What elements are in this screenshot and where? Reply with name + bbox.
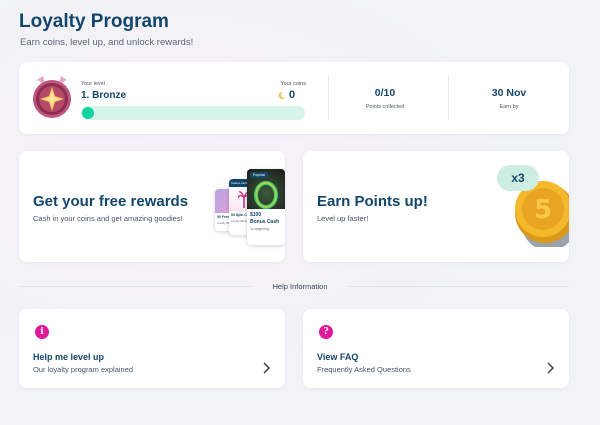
free-rewards-card[interactable]: Get your free rewards Cash in your coins…	[19, 151, 285, 262]
page-title: Loyalty Program	[19, 11, 169, 32]
question-icon: ?	[319, 325, 333, 339]
bonus-amount: $100	[250, 212, 262, 218]
level-progress-bar	[81, 106, 305, 120]
points-label: Points collected	[365, 104, 405, 110]
help-faq-card[interactable]: ? View FAQ Frequently Asked Questions	[303, 309, 569, 388]
help-divider-right	[349, 286, 569, 287]
help-faq-subtitle: Frequently Asked Questions	[317, 365, 411, 374]
earn-by-stat: 30 Nov Earn by	[449, 87, 569, 110]
help-level-up-subtitle: Our loyalty program explained	[33, 365, 134, 374]
bonus-wagering: 1x wagering	[250, 227, 269, 231]
chevron-right-icon	[263, 362, 270, 374]
points-stat: 0/10 Points collected	[325, 87, 445, 110]
earn-points-title: Earn Points up!	[317, 193, 428, 210]
points-value: 0/10	[374, 87, 396, 99]
help-section-title: Help Information	[272, 282, 328, 291]
coins-label: Your coins	[280, 81, 306, 87]
svg-text:5: 5	[534, 195, 552, 225]
free-rewards-title: Get your free rewards	[33, 193, 189, 210]
level-label: Your level	[81, 81, 105, 87]
popular-tag: Popular	[250, 172, 269, 178]
coins-value-group: 0	[277, 89, 295, 101]
earn-points-subtitle: Level up faster!	[317, 214, 369, 223]
earn-by-label: Earn by	[499, 104, 519, 110]
info-icon: i	[35, 325, 49, 339]
earn-by-value: 30 Nov	[491, 87, 527, 99]
points-multiplier-badge: x3	[497, 165, 539, 191]
bonus-label: Bonus Cash	[250, 219, 280, 225]
bronze-badge-icon	[33, 76, 71, 118]
level-progress-knob	[82, 107, 94, 119]
help-divider-left	[19, 286, 251, 287]
coins-value: 0	[289, 89, 296, 101]
help-faq-title: View FAQ	[317, 352, 359, 362]
level-name: 1. Bronze	[81, 90, 127, 101]
help-level-up-card[interactable]: i Help me level up Our loyalty program e…	[19, 309, 285, 388]
chevron-right-icon	[547, 362, 554, 374]
reward-cards-illustration: 50 Free Sp Candy Blast Casino cash 50 Sp…	[213, 169, 285, 253]
free-rewards-subtitle: Cash in your coins and get amazing goodi…	[33, 214, 183, 223]
green-ring-icon	[254, 181, 278, 209]
help-level-up-title: Help me level up	[33, 352, 105, 362]
coin-moon-icon	[278, 91, 286, 99]
page-subtitle: Earn coins, level up, and unlock rewards…	[20, 37, 194, 48]
earn-points-card[interactable]: Earn Points up! Level up faster! 5 x3	[303, 151, 569, 262]
level-card: Your level 1. Bronze Your coins 0 0/10 P…	[19, 62, 569, 134]
reward-card-bonus-cash: Popular $100 Bonus Cash 1x wagering	[247, 169, 285, 245]
